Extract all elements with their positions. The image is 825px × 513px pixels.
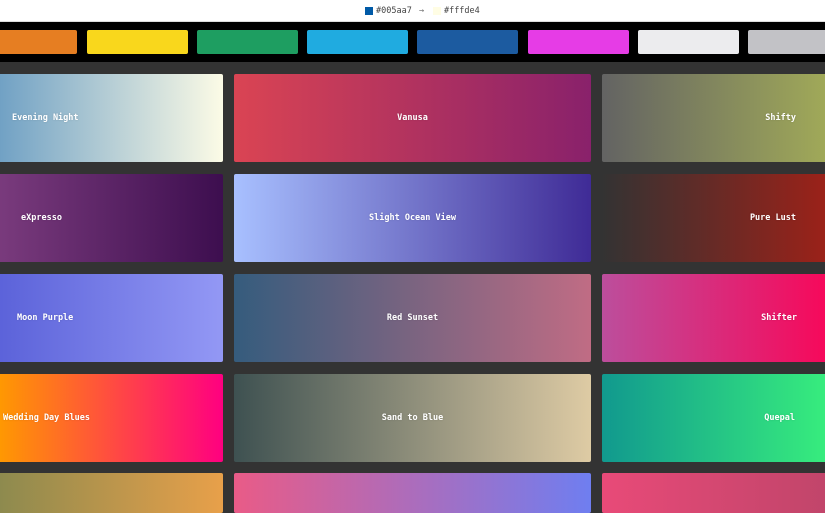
gradient-card-partial[interactable] [602,473,825,513]
color-filter-light-blue[interactable] [307,30,408,54]
gradient-card-partial[interactable] [0,473,223,513]
gradient-code-display[interactable]: #005aa7 → #fffde4 [365,4,480,18]
color-filter-orange[interactable] [0,30,77,54]
gradient-label: Sand to Blue [381,413,444,423]
arrow-icon: → [418,6,424,16]
gradient-card-partial[interactable] [234,473,591,513]
gradient-card-wedding-day-blues[interactable]: Wedding Day Blues [0,374,223,462]
color-filter-magenta[interactable] [528,30,629,54]
color-filter-white[interactable] [638,30,739,54]
gradient-card-moon-purple[interactable]: Moon Purple [0,274,223,362]
color-filter-yellow[interactable] [87,30,188,54]
to-color-swatch [432,7,441,15]
gradient-label: Quepal [764,413,795,423]
color-filter-bar [0,22,825,62]
gradient-label: Evening Night [12,113,79,123]
gradient-label: Vanusa [397,113,428,123]
top-bar: #005aa7 → #fffde4 [0,0,825,22]
gradient-label: Pure Lust [749,213,796,223]
gradient-label: Shifty [765,113,796,123]
gradient-label: Slight Ocean View [369,213,456,223]
gradient-grid: Evening Night Vanusa Shifty eXpresso Sli… [0,62,825,513]
gradient-card-quepal[interactable]: Quepal [602,374,825,462]
gradient-label: Shifter [761,313,797,323]
gradient-card-sand-to-blue[interactable]: Sand to Blue [234,374,591,462]
gradient-label: Wedding Day Blues [3,413,90,423]
gradient-label: Moon Purple [17,313,74,323]
gradient-card-evening-night[interactable]: Evening Night [0,74,223,162]
gradient-card-red-sunset[interactable]: Red Sunset [234,274,591,362]
from-color-hex: #005aa7 [376,6,412,16]
color-filter-grey[interactable] [748,30,825,54]
gradient-card-vanusa[interactable]: Vanusa [234,74,591,162]
gradient-card-expresso[interactable]: eXpresso [0,174,223,262]
from-color-swatch [365,7,373,15]
gradient-card-slight-ocean-view[interactable]: Slight Ocean View [234,174,591,262]
color-filter-dark-blue[interactable] [417,30,518,54]
color-filter-green[interactable] [197,30,298,54]
to-color-hex: #fffde4 [443,6,480,16]
gradient-label: Red Sunset [386,313,439,323]
gradient-card-pure-lust[interactable]: Pure Lust [602,174,825,262]
gradient-card-shifter[interactable]: Shifter [602,274,825,362]
gradient-card-shifty[interactable]: Shifty [602,74,825,162]
gradient-label: eXpresso [21,213,62,223]
